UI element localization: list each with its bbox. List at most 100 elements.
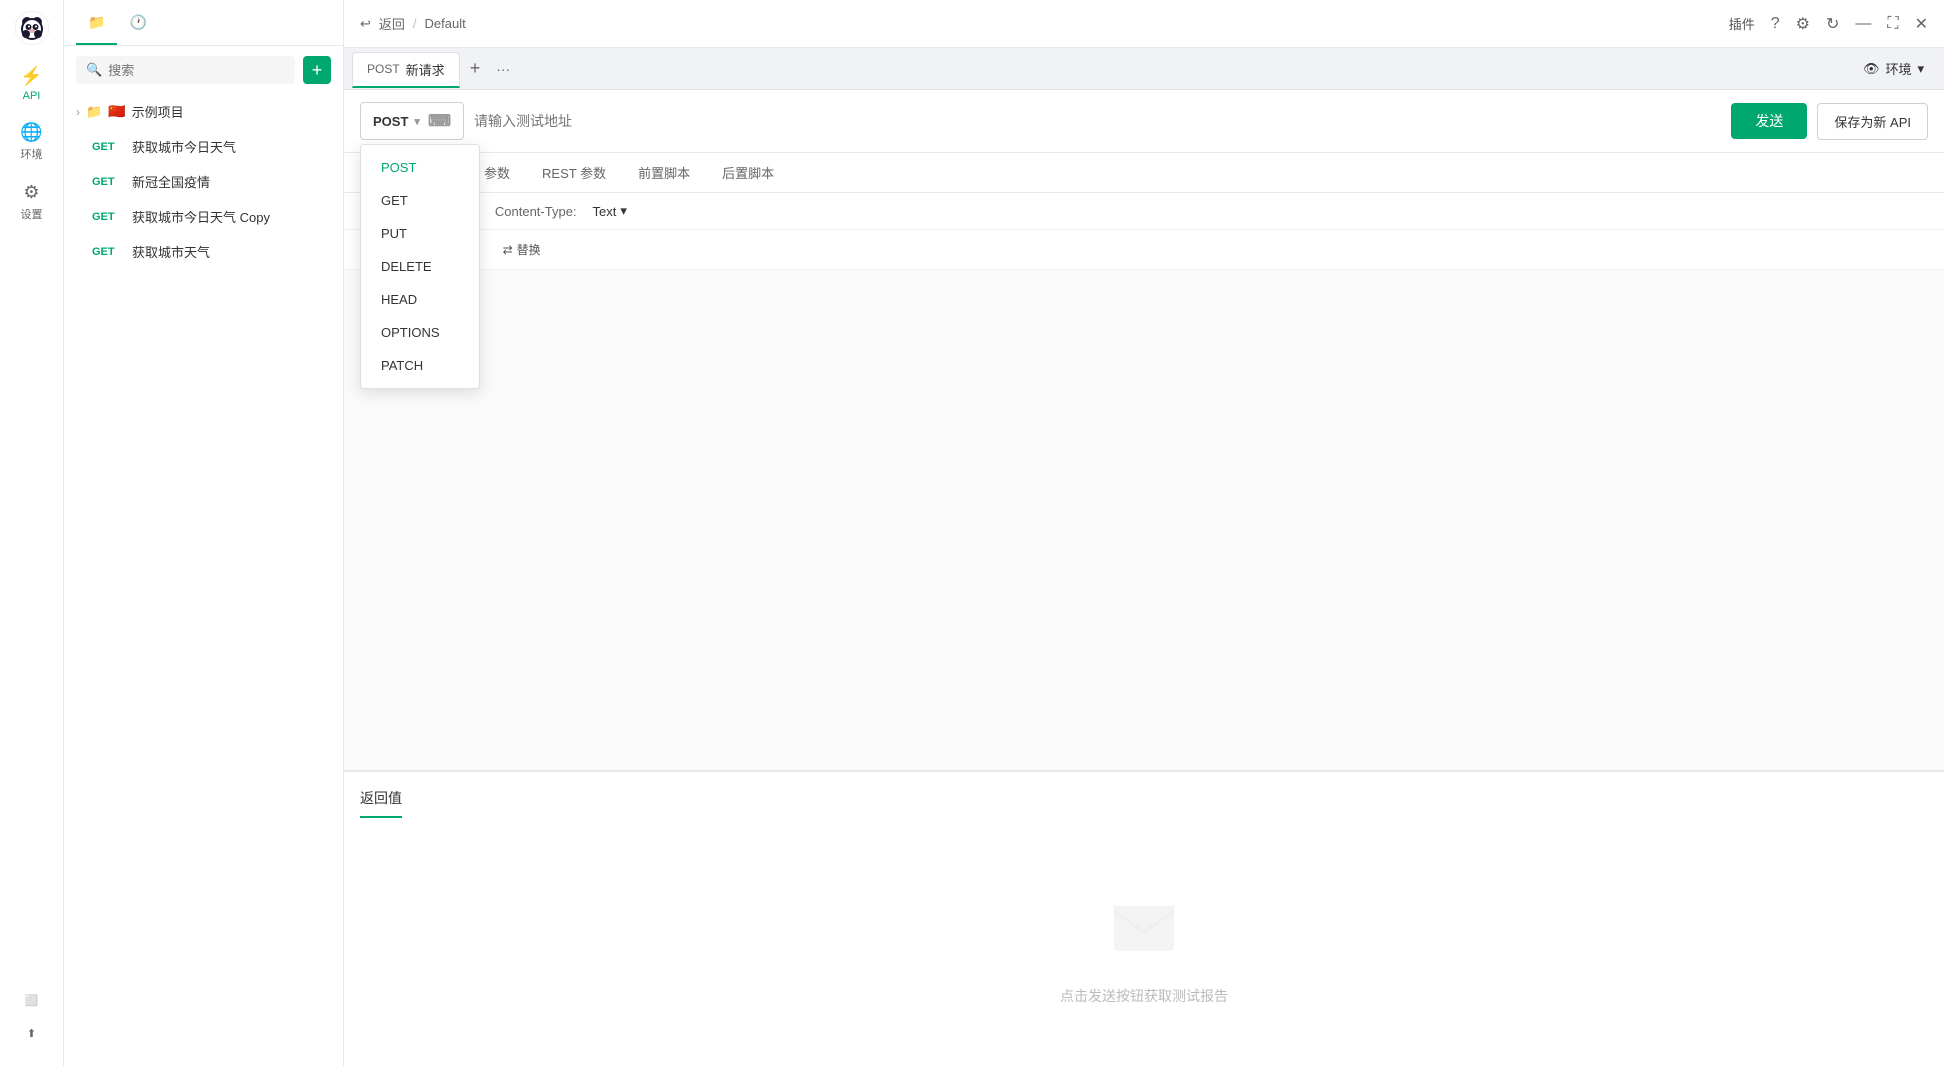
api-item-4[interactable]: GET 获取城市天气 (64, 234, 343, 269)
dropdown-item-options[interactable]: OPTIONS (361, 316, 479, 349)
content-type-select[interactable]: Text ▾ (593, 203, 627, 219)
sidebar-item-settings[interactable]: ⚙ 设置 (0, 172, 63, 232)
content-type-chevron-icon: ▾ (620, 203, 627, 219)
minimize-icon[interactable]: — (1855, 15, 1871, 33)
sidebar-item-api-label: API (23, 90, 41, 102)
search-bar: 🔍 + (64, 46, 343, 94)
response-section: 返回值 (344, 771, 1944, 826)
method-badge-3: GET (92, 211, 124, 223)
request-panel: POST ▾ ⌨ POST GET PUT DELETE HEAD OPTION… (344, 90, 1944, 1066)
title-bar-actions: 插件 ? ⚙ ↻ — ⛶ ✕ (1729, 14, 1928, 34)
url-bar: POST ▾ ⌨ POST GET PUT DELETE HEAD OPTION… (344, 90, 1944, 153)
env-label: 环境 (1885, 59, 1911, 78)
chevron-right-icon: › (76, 105, 80, 119)
api-item-3[interactable]: GET 获取城市今日天气 Copy (64, 199, 343, 234)
sidebar-item-api[interactable]: ⚡ API (0, 56, 63, 112)
folder-name: 示例项目 (132, 102, 184, 121)
upload-icon: ⬆ (27, 1027, 36, 1040)
folder-icon: 📁 (86, 104, 102, 120)
tab-method-label: POST (367, 62, 400, 76)
api-name-4: 获取城市天气 (132, 242, 210, 261)
files-tab-icon: 📁 (88, 14, 105, 30)
icon-nav: ⚡ API 🌐 环境 ⚙ 设置 ⬜ ⬆ (0, 0, 64, 1066)
search-icon: 🔍 (86, 62, 102, 78)
help-icon[interactable]: ? (1771, 15, 1780, 33)
dropdown-item-put[interactable]: PUT (361, 217, 479, 250)
replace-icon: ⇄ (503, 243, 513, 257)
plugins-label[interactable]: 插件 (1729, 14, 1755, 33)
title-bar: ↩ 返回 / Default 插件 ? ⚙ ↻ — ⛶ ✕ (344, 0, 1944, 48)
separator: / (413, 16, 417, 31)
tabs-bar: POST 新请求 + ··· 👁 环境 ▾ (344, 48, 1944, 90)
side-panel: 📁 🕐 🔍 + › 📁 🇨🇳 示例项目 GET 获取城市今日天气 GET 新冠全… (64, 0, 344, 1066)
env-icon: 🌐 (20, 122, 42, 143)
replace-button[interactable]: ⇄ 替换 (497, 238, 547, 261)
tab-files[interactable]: 📁 (76, 0, 117, 45)
request-tabs: 请求体 Query 参数 REST 参数 前置脚本 后置脚本 (344, 153, 1944, 193)
nav-bottom-2[interactable]: ⬆ (0, 1017, 63, 1050)
empty-message: 点击发送按钮获取测试报告 (1060, 986, 1228, 1006)
history-tab-icon: 🕐 (129, 14, 146, 30)
method-badge-4: GET (92, 246, 124, 258)
search-input[interactable] (108, 63, 285, 78)
breadcrumb: ↩ 返回 / Default (360, 14, 466, 33)
sidebar-item-settings-label: 设置 (21, 206, 43, 222)
dropdown-item-patch[interactable]: PATCH (361, 349, 479, 382)
project-name: Default (425, 16, 466, 31)
refresh-icon[interactable]: ↻ (1826, 14, 1839, 34)
close-icon[interactable]: ✕ (1915, 14, 1928, 34)
add-button[interactable]: + (303, 56, 331, 84)
req-tab-rest[interactable]: REST 参数 (528, 153, 620, 192)
add-tab-button[interactable]: + (464, 58, 487, 79)
selected-method-label: POST (373, 114, 408, 129)
code-editor[interactable] (344, 270, 1944, 771)
app-logo[interactable] (12, 8, 52, 48)
nav-bottom-1[interactable]: ⬜ (0, 984, 63, 1017)
api-icon: ⚡ (20, 66, 42, 87)
flag-icon: 🇨🇳 (108, 103, 125, 120)
api-name-2: 新冠全国疫情 (132, 172, 210, 191)
eye-icon: 👁 (1863, 61, 1880, 77)
dropdown-item-post[interactable]: POST (361, 151, 479, 184)
settings-icon: ⚙ (23, 182, 39, 203)
env-selector[interactable]: 👁 环境 ▾ (1851, 59, 1936, 78)
api-item-2[interactable]: GET 新冠全国疫情 (64, 164, 343, 199)
content-type-value: Text (593, 204, 617, 219)
send-button[interactable]: 发送 (1731, 103, 1807, 139)
search-input-wrap: 🔍 (76, 56, 295, 84)
url-input[interactable] (474, 113, 1721, 129)
sidebar-item-env[interactable]: 🌐 环境 (0, 112, 63, 172)
content-type-label: Content-Type: (495, 204, 577, 219)
maximize-icon[interactable]: ⛶ (1887, 15, 1898, 33)
tab-history[interactable]: 🕐 (117, 0, 158, 45)
method-selector[interactable]: POST ▾ ⌨ (360, 102, 464, 140)
main-content: ↩ 返回 / Default 插件 ? ⚙ ↻ — ⛶ ✕ POST 新请求 +… (344, 0, 1944, 1066)
side-panel-tabs: 📁 🕐 (64, 0, 343, 46)
api-item-1[interactable]: GET 获取城市今日天气 (64, 129, 343, 164)
method-dropdown: POST GET PUT DELETE HEAD OPTIONS PATCH (360, 144, 480, 389)
method-chevron-icon: ▾ (414, 115, 420, 128)
tab-name-label: 新请求 (406, 60, 445, 79)
dropdown-item-get[interactable]: GET (361, 184, 479, 217)
empty-state: 点击发送按钮获取测试报告 (344, 826, 1944, 1066)
req-tab-pre[interactable]: 前置脚本 (624, 153, 704, 192)
api-name-3: 获取城市今日天气 Copy (132, 207, 270, 226)
folder-item[interactable]: › 📁 🇨🇳 示例项目 (64, 94, 343, 129)
env-chevron-icon: ▾ (1917, 61, 1924, 77)
back-label[interactable]: 返回 (379, 14, 405, 33)
back-icon: ↩ (360, 16, 371, 32)
req-tab-post[interactable]: 后置脚本 (708, 153, 788, 192)
dropdown-item-delete[interactable]: DELETE (361, 250, 479, 283)
tree: › 📁 🇨🇳 示例项目 GET 获取城市今日天气 GET 新冠全国疫情 GET … (64, 94, 343, 269)
method-badge-1: GET (92, 141, 124, 153)
gear-icon[interactable]: ⚙ (1796, 14, 1810, 34)
dropdown-item-head[interactable]: HEAD (361, 283, 479, 316)
layout-icon: ⬜ (25, 994, 39, 1007)
tab-new-request[interactable]: POST 新请求 (352, 52, 460, 88)
method-badge-2: GET (92, 176, 124, 188)
sidebar-item-env-label: 环境 (21, 146, 43, 162)
response-title: 返回值 (360, 788, 402, 818)
editor-toolbar: ⎘ 复制 🔍 搜索 ⇄ 替换 (344, 230, 1944, 270)
more-tabs-button[interactable]: ··· (490, 61, 516, 77)
save-button[interactable]: 保存为新 API (1817, 103, 1928, 140)
